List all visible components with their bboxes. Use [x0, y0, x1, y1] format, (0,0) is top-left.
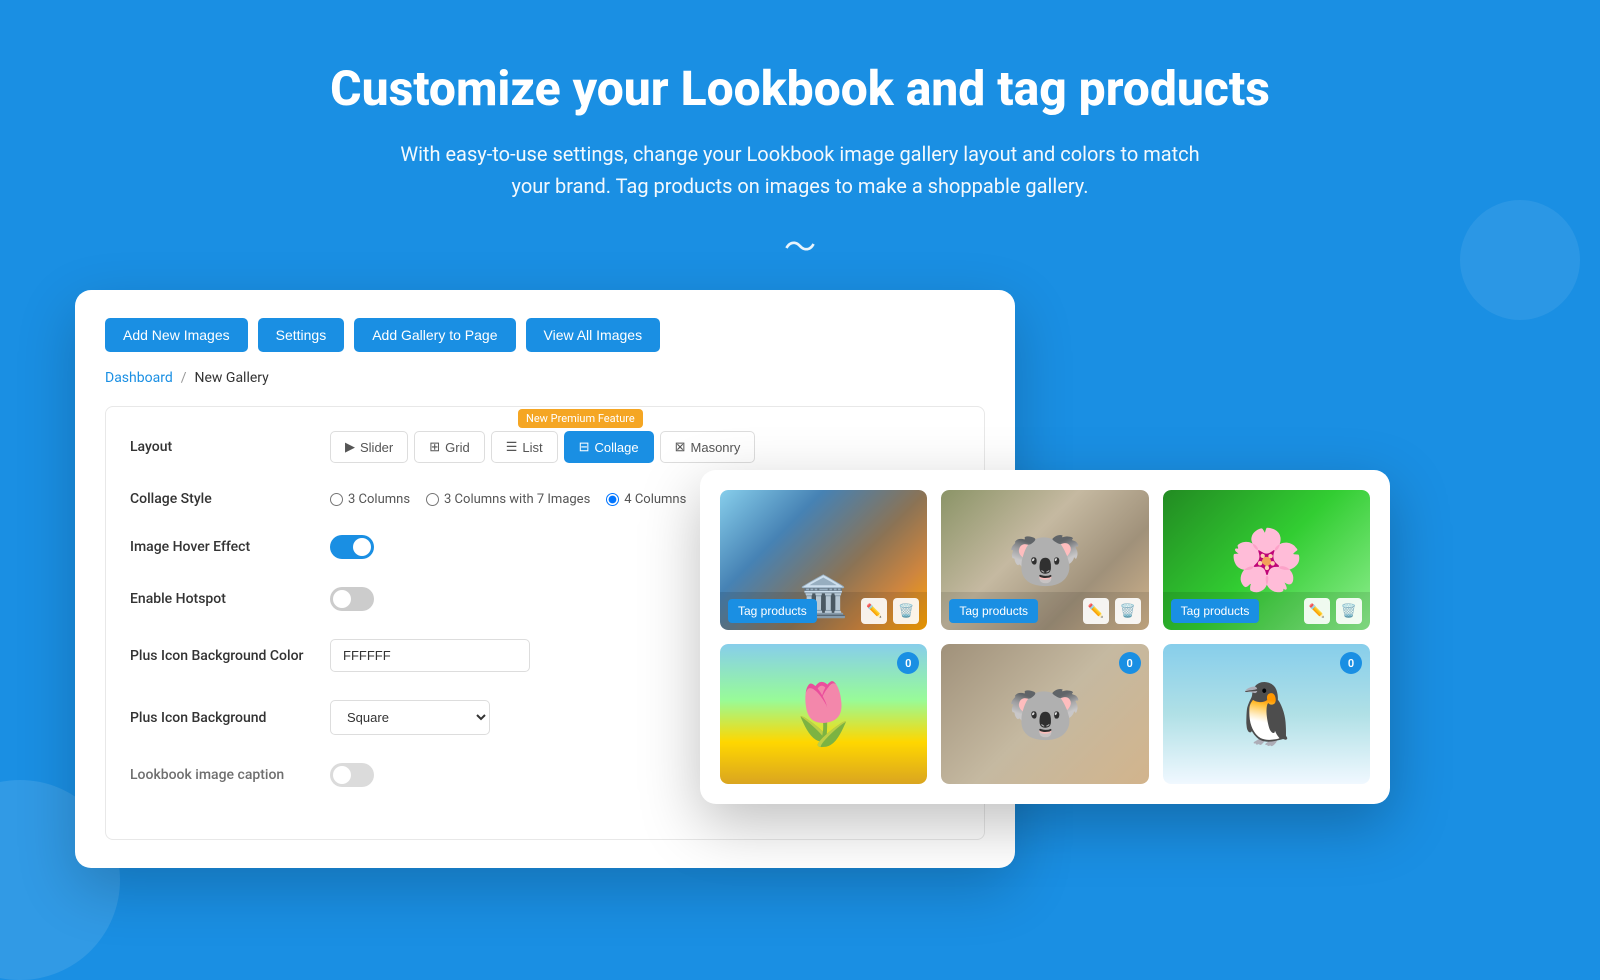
gallery-grid: Tag products ✏️ 🗑️ Tag products ✏️ 🗑️ [720, 490, 1370, 784]
masonry-icon: ⊠ [675, 439, 686, 455]
hero-section: Customize your Lookbook and tag products… [0, 0, 1600, 308]
tag-actions-3: ✏️ 🗑️ [1304, 598, 1362, 624]
gallery-item-2: Tag products ✏️ 🗑️ [941, 490, 1148, 630]
breadcrumb-dashboard[interactable]: Dashboard [105, 370, 173, 386]
radio-4col[interactable]: 4 Columns [606, 492, 686, 507]
hotspot-label: Enable Hotspot [130, 591, 330, 607]
hero-title: Customize your Lookbook and tag products [20, 60, 1580, 118]
radio-3col[interactable]: 3 Columns [330, 492, 410, 507]
plus-icon-bg-control: Square Circle Rounded [330, 700, 740, 735]
tag-overlay-1: Tag products ✏️ 🗑️ [720, 592, 927, 630]
view-all-button[interactable]: View All Images [526, 318, 661, 352]
caption-toggle[interactable] [330, 763, 374, 787]
delete-btn-1[interactable]: 🗑️ [893, 598, 919, 624]
gallery-item-6: 0 [1163, 644, 1370, 784]
tab-slider-label: Slider [360, 440, 393, 455]
radio-4col-label: 4 Columns [624, 492, 686, 507]
tab-masonry-label: Masonry [691, 440, 741, 455]
tag-overlay-3: Tag products ✏️ 🗑️ [1163, 592, 1370, 630]
grid-icon: ⊞ [429, 439, 440, 455]
hero-wave: 〜 [20, 222, 1580, 268]
tab-grid[interactable]: ⊞ Grid [414, 431, 484, 463]
radio-3col-label: 3 Columns [348, 492, 410, 507]
list-icon: ☰ [506, 439, 518, 455]
radio-3col-input[interactable] [330, 493, 343, 506]
gallery-img-koala2 [941, 644, 1148, 784]
gallery-panel: Tag products ✏️ 🗑️ Tag products ✏️ 🗑️ [700, 470, 1390, 804]
edit-btn-2[interactable]: ✏️ [1083, 598, 1109, 624]
tab-collage[interactable]: ⊟ Collage [564, 431, 654, 463]
plus-icon-color-input[interactable] [330, 639, 530, 672]
hero-subtitle: With easy-to-use settings, change your L… [400, 138, 1200, 202]
tab-collage-label: Collage [595, 440, 639, 455]
tag-actions-1: ✏️ 🗑️ [861, 598, 919, 624]
collage-style-label: Collage Style [130, 491, 330, 507]
tab-slider[interactable]: ▶ Slider [330, 431, 408, 463]
layout-tabs: New Premium Feature ▶ Slider ⊞ Grid ☰ Li… [330, 431, 960, 463]
gallery-item-4: 0 [720, 644, 927, 784]
tag-overlay-2: Tag products ✏️ 🗑️ [941, 592, 1148, 630]
premium-badge: New Premium Feature [518, 409, 643, 428]
breadcrumb-separator: / [181, 370, 187, 386]
tab-list[interactable]: ☰ List [491, 431, 558, 463]
gallery-img-tulips [720, 644, 927, 784]
gallery-item-3: Tag products ✏️ 🗑️ [1163, 490, 1370, 630]
caption-control [330, 763, 740, 787]
hover-effect-toggle[interactable] [330, 535, 374, 559]
gallery-item-1: Tag products ✏️ 🗑️ [720, 490, 927, 630]
hover-effect-label: Image Hover Effect [130, 539, 330, 555]
tag-products-btn-3[interactable]: Tag products [1171, 599, 1260, 623]
gallery-item-5: 0 [941, 644, 1148, 784]
breadcrumb: Dashboard / New Gallery [105, 370, 985, 386]
count-badge-6: 0 [1340, 652, 1362, 674]
tag-products-btn-2[interactable]: Tag products [949, 599, 1038, 623]
hotspot-control [330, 587, 740, 611]
tag-actions-2: ✏️ 🗑️ [1083, 598, 1141, 624]
delete-btn-2[interactable]: 🗑️ [1115, 598, 1141, 624]
radio-3col7img[interactable]: 3 Columns with 7 Images [426, 492, 590, 507]
caption-label: Lookbook image caption [130, 767, 330, 783]
plus-icon-color-label: Plus Icon Background Color [130, 648, 330, 664]
edit-btn-3[interactable]: ✏️ [1304, 598, 1330, 624]
tag-products-btn-1[interactable]: Tag products [728, 599, 817, 623]
plus-icon-bg-label: Plus Icon Background [130, 710, 330, 726]
tab-list-label: List [522, 440, 542, 455]
slider-icon: ▶ [345, 439, 355, 455]
hover-effect-control [330, 535, 740, 559]
count-badge-5: 0 [1119, 652, 1141, 674]
collage-icon: ⊟ [579, 439, 590, 455]
tab-grid-label: Grid [445, 440, 470, 455]
breadcrumb-current: New Gallery [195, 370, 269, 386]
layout-control: New Premium Feature ▶ Slider ⊞ Grid ☰ Li… [330, 431, 960, 463]
radio-3col7img-label: 3 Columns with 7 Images [444, 492, 590, 507]
gallery-img-penguins [1163, 644, 1370, 784]
layout-row: Layout New Premium Feature ▶ Slider ⊞ Gr… [130, 431, 960, 463]
toolbar: Add New Images Settings Add Gallery to P… [105, 318, 985, 352]
radio-4col-input[interactable] [606, 493, 619, 506]
hotspot-toggle[interactable] [330, 587, 374, 611]
plus-icon-color-control [330, 639, 740, 672]
delete-btn-3[interactable]: 🗑️ [1336, 598, 1362, 624]
plus-icon-bg-select[interactable]: Square Circle Rounded [330, 700, 490, 735]
radio-3col7img-input[interactable] [426, 493, 439, 506]
edit-btn-1[interactable]: ✏️ [861, 598, 887, 624]
tab-masonry[interactable]: ⊠ Masonry [660, 431, 756, 463]
settings-button[interactable]: Settings [258, 318, 345, 352]
layout-label: Layout [130, 439, 330, 455]
add-images-button[interactable]: Add New Images [105, 318, 248, 352]
add-gallery-button[interactable]: Add Gallery to Page [354, 318, 515, 352]
